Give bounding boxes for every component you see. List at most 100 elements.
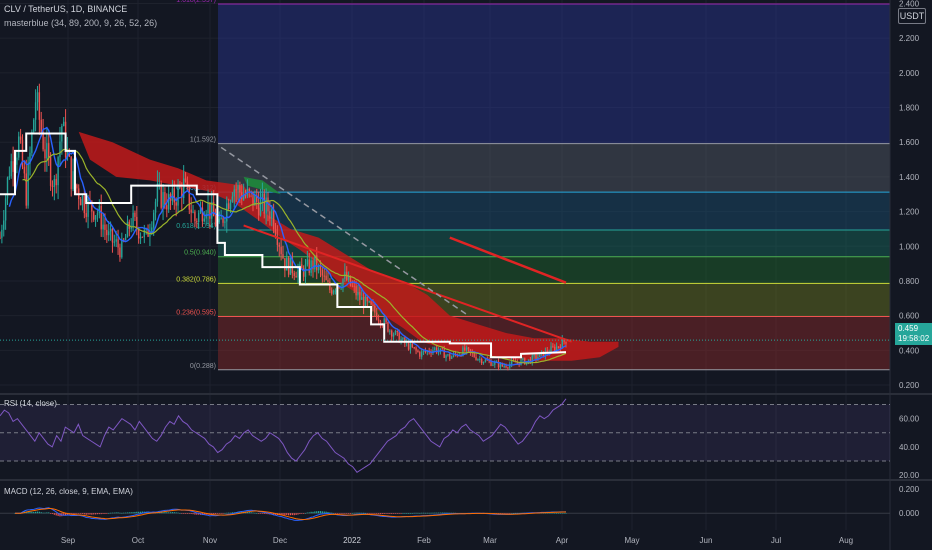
macd-histogram-bar	[295, 513, 297, 515]
macd-axis-tick: 0.200	[899, 485, 920, 494]
macd-histogram-bar	[42, 512, 44, 514]
macd-histogram-bar	[250, 512, 252, 514]
macd-histogram-bar	[121, 512, 123, 514]
candle-body	[59, 141, 61, 158]
macd-histogram-bar	[171, 512, 174, 514]
macd-histogram-bar	[293, 513, 295, 516]
macd-histogram-bar	[321, 511, 323, 514]
candle-body	[18, 136, 20, 158]
candle-body	[293, 272, 295, 276]
candle-body	[192, 211, 194, 213]
macd-histogram-bar	[400, 513, 402, 514]
candle-body	[162, 192, 164, 208]
candle-body	[419, 351, 421, 357]
time-axis-tick: Dec	[273, 536, 287, 545]
candle-body	[259, 198, 262, 216]
candle-body	[87, 199, 89, 217]
macd-histogram-bar	[226, 512, 228, 514]
macd-histogram-bar	[404, 513, 406, 514]
macd-histogram-bar	[419, 512, 421, 514]
candle-body	[6, 177, 9, 199]
candle-body	[265, 197, 267, 214]
macd-histogram-bar	[130, 512, 132, 514]
macd-histogram-bar	[377, 513, 380, 514]
candle-body	[507, 367, 509, 369]
macd-histogram-bar	[284, 513, 286, 516]
macd-histogram-bar	[310, 511, 312, 514]
macd-histogram-bar	[291, 513, 293, 516]
candle-body	[102, 224, 104, 230]
macd-histogram-bar	[261, 513, 263, 514]
fib-level-label: 0.5(0.940)	[184, 250, 216, 257]
macd-histogram-bar	[368, 513, 370, 514]
candle-body	[141, 236, 144, 238]
macd-histogram-bar	[190, 513, 192, 514]
candle-body	[117, 239, 119, 248]
macd-histogram-bar	[359, 512, 361, 514]
macd-histogram-bar	[398, 513, 400, 514]
candle-body	[329, 281, 331, 291]
candle-body	[226, 203, 228, 222]
macd-histogram-bar	[256, 513, 258, 514]
candle-body	[325, 275, 327, 281]
symbol-title: CLV / TetherUS, 1D, BINANCE	[4, 4, 128, 14]
macd-histogram-bar	[351, 513, 353, 514]
candle-body	[152, 212, 155, 228]
candle-body	[334, 290, 337, 292]
candle-body	[70, 156, 72, 190]
candle-body	[19, 136, 22, 140]
macd-histogram-bar	[263, 513, 265, 515]
chart-canvas[interactable]: 1.618(2.397)1(1.592)0.786(1.312)0.618(1.…	[0, 0, 932, 550]
price-axis-tick: 2.000	[899, 69, 920, 78]
macd-histogram-bar	[79, 513, 82, 514]
candle-body	[366, 296, 369, 302]
price-axis-tick: 0.600	[899, 312, 920, 321]
macd-histogram-bar	[124, 512, 127, 514]
candle-body	[447, 354, 449, 356]
candle-body	[8, 176, 11, 178]
candle-body	[565, 341, 567, 344]
macd-histogram-bar	[117, 512, 119, 514]
candle-body	[278, 244, 280, 247]
candle-body	[407, 342, 410, 350]
candle-body	[394, 330, 397, 335]
price-axis-tick: 1.000	[899, 242, 920, 251]
currency-badge[interactable]: USDT	[898, 8, 926, 24]
candle-body	[151, 227, 153, 232]
candle-body	[310, 260, 312, 273]
macd-histogram-bar	[259, 513, 262, 514]
macd-histogram-bar	[383, 513, 385, 515]
candle-body	[411, 343, 414, 348]
macd-histogram-bar	[413, 512, 415, 514]
candle-body	[83, 195, 86, 214]
candle-body	[484, 359, 487, 362]
macd-histogram-bar	[91, 513, 93, 515]
candle-body	[93, 211, 95, 220]
macd-histogram-bar	[85, 513, 87, 515]
candle-body	[167, 194, 170, 210]
candle-body	[321, 269, 324, 276]
macd-histogram-bar	[38, 511, 40, 514]
macd-histogram-bar	[424, 512, 427, 514]
macd-histogram-bar	[134, 511, 136, 514]
candle-body	[96, 213, 99, 216]
macd-histogram-bar	[357, 512, 359, 514]
macd-histogram-bar	[192, 513, 194, 515]
candle-body	[327, 280, 329, 282]
candle-body	[81, 195, 84, 206]
macd-histogram-bar	[437, 512, 440, 514]
macd-histogram-bar	[349, 513, 352, 514]
candle-body	[533, 355, 535, 357]
candle-body	[323, 275, 325, 277]
candle-body	[85, 213, 87, 217]
macd-histogram-bar	[301, 513, 303, 514]
candle-body	[53, 178, 56, 187]
candle-body	[413, 347, 415, 349]
candle-body	[269, 211, 271, 219]
candle-body	[139, 236, 142, 239]
candle-body	[522, 358, 524, 360]
candle-body	[38, 92, 41, 120]
macd-histogram-bar	[224, 513, 226, 514]
macd-histogram-bar	[81, 513, 84, 514]
macd-histogram-bar	[329, 512, 331, 514]
